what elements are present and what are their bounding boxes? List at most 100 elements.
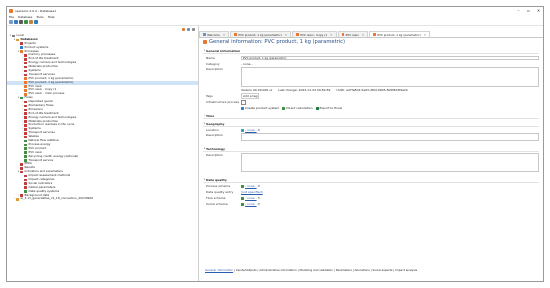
editor-tab-label: PVC product, 1 kg (parametric): [377, 32, 421, 37]
collapse-all-icon[interactable]: [182, 27, 185, 31]
editor-tab[interactable]: PVC resin - Copy (1 ✕: [292, 31, 337, 37]
version-value[interactable]: 00.00.000: [253, 88, 268, 92]
maximize-icon[interactable]: ▫: [524, 7, 533, 14]
tab-close-icon[interactable]: ✕: [223, 33, 225, 37]
technology-description-label: Description: [206, 153, 224, 157]
process-schema-value[interactable]: - none -: [245, 184, 257, 188]
save-all-icon[interactable]: [19, 20, 23, 24]
tab-close-icon[interactable]: ✕: [285, 33, 287, 37]
folder-icon: [24, 69, 27, 73]
editor-tab[interactable]: PVC product, 1 kg (parametric) ✕: [369, 31, 431, 37]
general-section-header[interactable]: ▾ General information: [203, 48, 539, 54]
location-clear-icon[interactable]: ✕: [258, 128, 261, 132]
excel-icon: [315, 106, 319, 110]
version-down-icon[interactable]: ▾: [271, 88, 273, 92]
social-schema-value[interactable]: - none -: [245, 202, 257, 206]
editor-tab-label: Welcome: [207, 32, 220, 37]
location-value[interactable]: - none -: [245, 128, 257, 132]
add-tag-button[interactable]: Add a tag: [241, 93, 260, 99]
app-window: openLCA 2.0.4 - Database1 – ▫ ✕ File Dat…: [6, 6, 544, 282]
folder-icon: [20, 46, 23, 49]
process-schema-selector[interactable]: - none - ✕: [241, 184, 260, 188]
export-excel-button[interactable]: Export to Excel: [315, 106, 342, 110]
process-icon: [203, 40, 207, 44]
menu-file[interactable]: File: [9, 15, 14, 19]
description-label: Description: [206, 67, 224, 71]
data-quality-section: ▾ Data quality Process schema - none - ✕ …: [203, 177, 539, 207]
folder-icon: [24, 116, 27, 119]
editor-tab-bar: Welcome ✕ PVC product, 1 kg (parametric) ✕ P…: [199, 31, 543, 38]
data-quality-heading: Data quality: [206, 177, 227, 182]
view-menu-icon[interactable]: [192, 27, 195, 31]
geography-heading: Geography: [206, 121, 225, 126]
infrastructure-label: Infrastructure process: [206, 100, 240, 104]
geography-description-field[interactable]: [241, 133, 539, 141]
infrastructure-checkbox[interactable]: [241, 99, 246, 105]
create-product-system-button[interactable]: Create product system: [241, 106, 279, 110]
time-section-header[interactable]: › Time: [203, 113, 539, 119]
process-schema-clear-icon[interactable]: ✕: [258, 184, 261, 188]
editor-tab-label: PVC resin: [345, 32, 359, 37]
navigation-tree[interactable]: ▾ Local ▾ Database1 Projects Product systems ▾…: [7, 33, 198, 201]
tab-close-icon[interactable]: ✕: [424, 33, 426, 37]
location-selector[interactable]: - none - ✕: [241, 128, 260, 132]
export-icon[interactable]: [29, 20, 33, 24]
folder-icon: [24, 178, 27, 182]
social-schema-clear-icon[interactable]: ✕: [258, 202, 261, 206]
page-tab[interactable]: Modeling and validation: [299, 268, 333, 272]
tree-item[interactable]: › ei_3.11_generalities_v2_18_connection_2…: [7, 197, 198, 201]
folder-icon: [24, 128, 27, 131]
folder-icon: [24, 65, 27, 69]
tab-close-icon[interactable]: ✕: [362, 33, 364, 37]
flow-schema-selector[interactable]: - none - ✕: [241, 196, 260, 200]
description-field[interactable]: [241, 67, 539, 87]
last-change-label: Last change:: [278, 88, 298, 92]
minimize-icon[interactable]: –: [514, 7, 523, 14]
social-schema-selector[interactable]: - none - ✕: [241, 202, 260, 206]
editor-tab[interactable]: PVC product, 1 kg (parametric) ✕: [230, 31, 292, 37]
category-value[interactable]: - none -: [241, 62, 253, 66]
save-icon[interactable]: [14, 20, 18, 24]
import-icon[interactable]: [24, 20, 28, 24]
close-icon[interactable]: ✕: [534, 7, 543, 14]
tree-item-label: PVC resin - main process: [28, 91, 65, 96]
direct-calculation-button[interactable]: Direct calculation: [282, 106, 313, 110]
time-section: › Time: [203, 113, 539, 119]
folder-icon: [24, 182, 27, 186]
name-field[interactable]: PVC product, 1 kg (parametric): [241, 56, 539, 60]
page-tab[interactable]: Parameters: [336, 268, 352, 272]
menu-database[interactable]: Database: [18, 15, 32, 19]
folder-icon: [24, 151, 27, 154]
page-tab[interactable]: Administrative information: [259, 268, 296, 272]
folder-icon: [20, 166, 23, 170]
home-icon[interactable]: [9, 20, 13, 24]
page-tab[interactable]: Impact analysis: [395, 268, 417, 272]
folder-icon: [20, 170, 23, 174]
page-tab[interactable]: Social aspects: [373, 268, 393, 272]
folder-icon: [24, 124, 27, 127]
editor-page-tabs: General information | Inputs/Outputs | A…: [205, 268, 417, 272]
menu-tools[interactable]: Tools: [36, 15, 43, 19]
flow-schema-clear-icon[interactable]: ✕: [258, 196, 261, 200]
folder-icon: [24, 89, 27, 92]
dq-entry-value[interactable]: (not specified): [241, 190, 263, 194]
editor-tab[interactable]: PVC resin ✕: [337, 31, 369, 37]
folder-icon: [20, 96, 23, 100]
technology-section-header[interactable]: ▾ Technology: [203, 146, 539, 152]
tab-close-icon[interactable]: ✕: [330, 33, 332, 37]
page-tab[interactable]: General information: [205, 268, 233, 272]
folder-icon: [24, 131, 27, 135]
technology-description-field[interactable]: [241, 153, 539, 172]
geography-section: ▾ Geography Location - none - ✕ Descripti…: [203, 121, 539, 141]
menu-help[interactable]: Help: [48, 15, 55, 19]
page-tab[interactable]: Allocations: [355, 268, 370, 272]
calculate-icon[interactable]: [34, 20, 38, 24]
technology-section: ▾ Technology Description: [203, 146, 539, 172]
link-editor-icon[interactable]: [187, 27, 190, 31]
flow-schema-value[interactable]: - none -: [245, 196, 257, 200]
folder-icon: [12, 34, 15, 38]
dq-schema-icon: [241, 196, 244, 200]
editor-title-text: General information: PVC product, 1 kg (…: [209, 39, 346, 45]
editor-tab[interactable]: Welcome ✕: [199, 31, 230, 37]
page-tab[interactable]: Inputs/Outputs: [236, 268, 257, 272]
